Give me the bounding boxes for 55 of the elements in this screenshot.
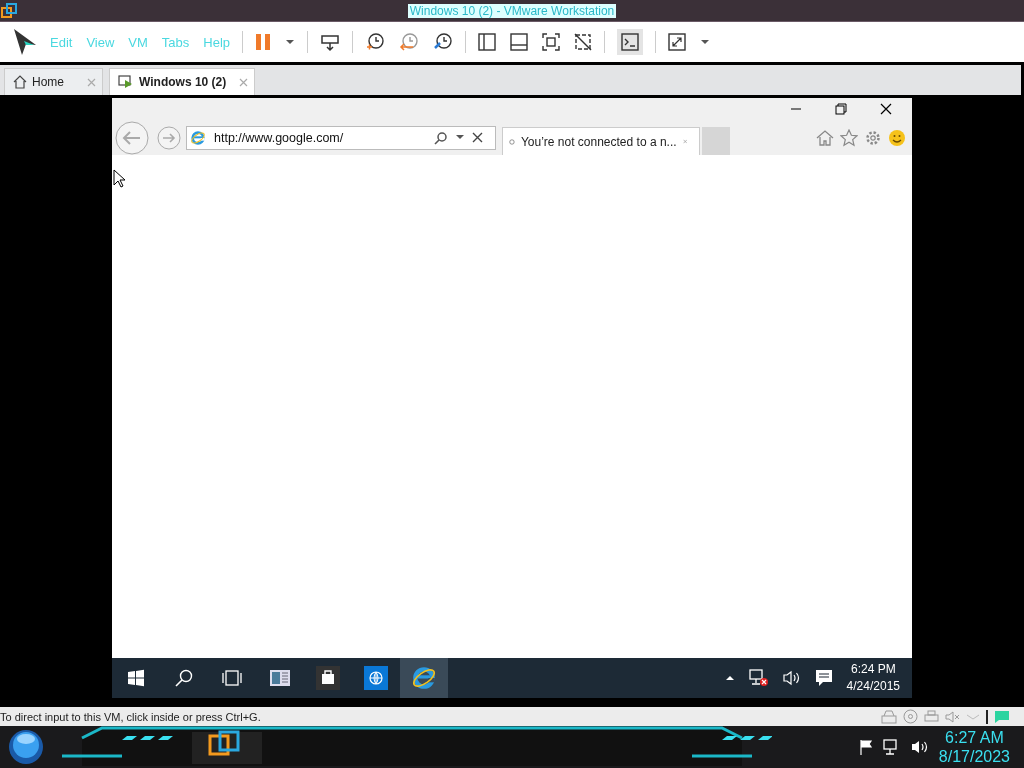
smiley-icon[interactable]: [888, 128, 906, 147]
close-icon[interactable]: [880, 103, 892, 115]
menu-item[interactable]: Help: [203, 34, 231, 50]
fullscreen-icon[interactable]: [542, 33, 561, 51]
vm-icon: [118, 75, 134, 89]
window-title: Windows 10 (2) - VMware Workstation: [407, 3, 617, 18]
volume-icon[interactable]: [782, 670, 801, 686]
globe-icon: [364, 666, 388, 690]
browser-tab[interactable]: You’re not connected to a n...: [502, 127, 700, 155]
console-button[interactable]: [617, 29, 644, 55]
search-icon: [175, 669, 193, 687]
taskbar-browser-button[interactable]: [400, 658, 448, 698]
settings-icon[interactable]: [864, 128, 882, 147]
caret-icon[interactable]: [700, 39, 711, 45]
browser-logo-icon: [411, 665, 437, 691]
status-message: To direct input to this VM, click inside or press Ctrl+G.: [0, 710, 261, 723]
clock-time: 6:27 AM: [945, 728, 1004, 747]
search-icon[interactable]: [434, 130, 448, 145]
star-icon[interactable]: [840, 128, 858, 147]
tab[interactable]: Home: [4, 68, 103, 95]
news-icon: [269, 669, 291, 687]
shopping-bag-icon: [316, 666, 340, 690]
clock-date: 4/24/2015: [846, 678, 900, 695]
task-view-icon: [221, 670, 243, 686]
send-keys-icon[interactable]: [320, 32, 341, 52]
windows-logo-icon: [127, 669, 145, 687]
clock-time: 6:24 PM: [850, 661, 896, 678]
snapshot-icon[interactable]: [365, 32, 386, 52]
restore-icon[interactable]: [835, 103, 847, 115]
menu-item[interactable]: View: [86, 34, 115, 50]
app-logo-icon: [1, 2, 19, 20]
start-orb-icon[interactable]: [8, 729, 44, 765]
home-icon: [13, 75, 27, 89]
flag-icon[interactable]: [858, 739, 873, 755]
caret-up-icon[interactable]: [724, 675, 735, 681]
stretch-icon[interactable]: [668, 33, 687, 51]
menu-item[interactable]: Tabs: [161, 34, 190, 50]
network-error-icon[interactable]: [748, 669, 769, 687]
caret-icon[interactable]: [456, 135, 464, 140]
sidebar-icon[interactable]: [478, 33, 497, 51]
panel-icon[interactable]: [510, 33, 529, 51]
clock-date: 8/17/2023: [938, 747, 1010, 766]
volume-icon[interactable]: [910, 739, 929, 755]
pause-icon[interactable]: [255, 33, 272, 51]
close-icon[interactable]: [472, 132, 483, 143]
browser-logo-icon: [190, 129, 206, 146]
home-icon[interactable]: [816, 128, 834, 147]
address-bar[interactable]: http://www.google.com/: [186, 125, 496, 150]
menu-item[interactable]: Edit: [50, 34, 73, 50]
menu-item[interactable]: VM: [128, 34, 148, 50]
notification-icon[interactable]: [814, 669, 833, 687]
snapshot-manager-icon[interactable]: [433, 32, 454, 52]
revert-snapshot-icon[interactable]: [399, 32, 420, 52]
tab[interactable]: Windows 10 (2): [109, 68, 256, 95]
caret-icon[interactable]: [285, 39, 296, 45]
